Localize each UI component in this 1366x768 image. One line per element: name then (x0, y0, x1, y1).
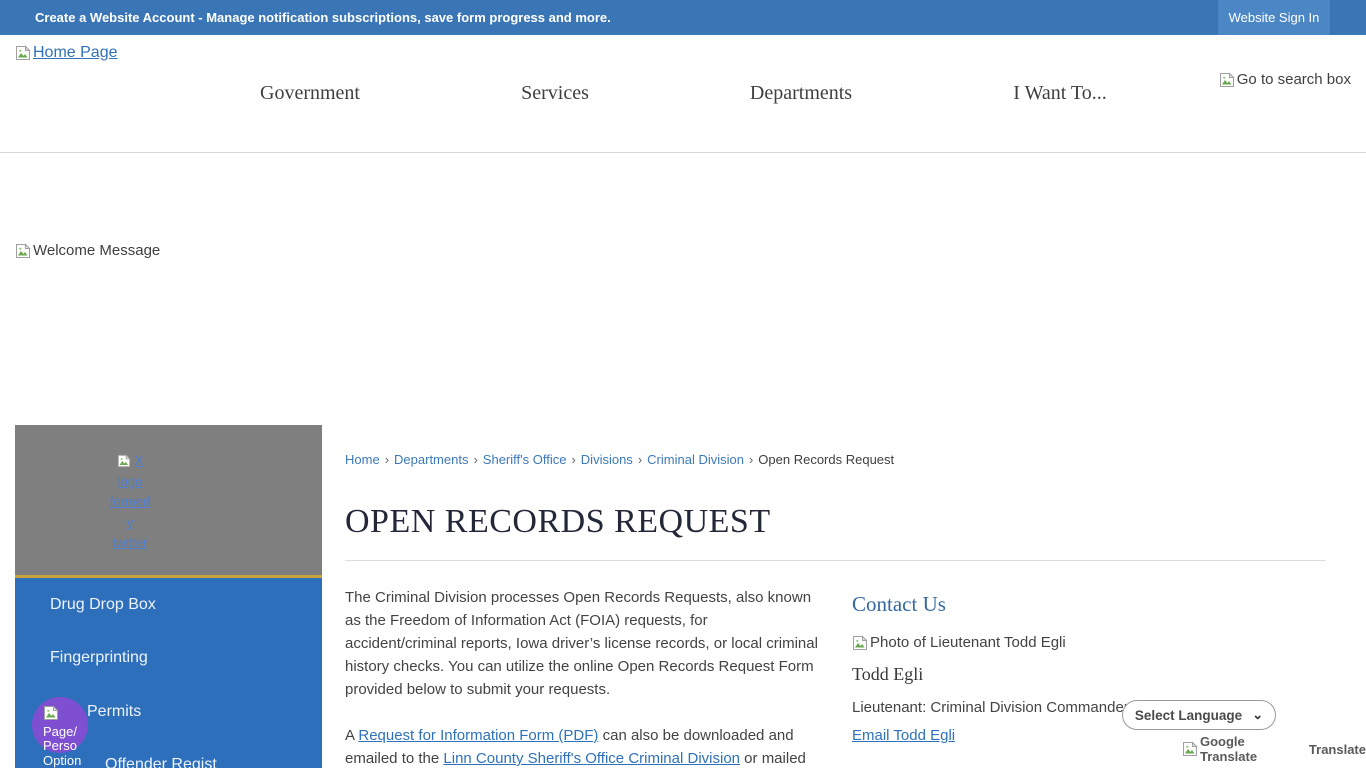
contact-photo-alt: Photo of Lieutenant Todd Egli (870, 634, 1066, 651)
breadcrumb-criminal-division[interactable]: Criminal Division (647, 452, 744, 467)
select-language-dropdown[interactable]: Select Language ⌄ (1122, 700, 1276, 730)
search-link-label: Go to search box (1236, 71, 1351, 88)
broken-image-icon (1182, 741, 1198, 757)
criminal-division-email-link[interactable]: Linn County Sheriff's Office Criminal Di… (443, 750, 740, 767)
broken-image-icon (15, 243, 31, 259)
page-root: Create a Website Account - Manage notifi… (0, 0, 1366, 768)
breadcrumb-separator: › (473, 452, 478, 467)
twitter-alt-text: X (134, 453, 144, 468)
page-options-button[interactable]: Page/ Perso Option (32, 697, 88, 767)
sidebar-item-drug-drop-box[interactable]: Drug Drop Box (15, 578, 322, 632)
broken-image-icon (43, 705, 59, 721)
twitter-x-link[interactable]: X logo formerl y twitter (75, 451, 185, 554)
website-sign-in-button[interactable]: Website Sign In (1218, 0, 1330, 35)
home-page-link[interactable]: Home Page (15, 44, 118, 62)
sidebar-item-fingerprinting[interactable]: Fingerprinting (15, 632, 322, 686)
twitter-alt-text: twitter (112, 535, 148, 550)
broken-image-icon (15, 45, 31, 61)
article-body: The Criminal Division processes Open Rec… (345, 586, 823, 768)
translate-button[interactable]: Translate (1309, 742, 1366, 757)
breadcrumb-current-page: Open Records Request (758, 452, 895, 467)
nav-departments[interactable]: Departments (750, 82, 852, 105)
contact-us-heading: Contact Us (852, 592, 946, 616)
paragraph-text: or mailed (740, 750, 806, 767)
broken-image-icon (117, 454, 131, 468)
breadcrumb-separator: › (384, 452, 390, 467)
site-header: Home Page Government Services Department… (0, 35, 1366, 153)
article-paragraph-2: A Request for Information Form (PDF) can… (345, 724, 823, 768)
page-options-alt-text: Page/ (43, 723, 77, 739)
breadcrumb-separator: › (748, 452, 754, 467)
google-translate-logo-alt: Google Translate (1200, 734, 1258, 764)
breadcrumb-separator: › (637, 452, 643, 467)
page-title: OPEN RECORDS REQUEST (345, 503, 771, 540)
page-options-content: Page/ Perso Option (43, 705, 89, 768)
breadcrumb-divisions[interactable]: Divisions (581, 452, 633, 467)
home-page-link-label: Home Page (33, 44, 118, 61)
breadcrumb-home[interactable]: Home (345, 452, 380, 467)
paragraph-text: A (345, 727, 359, 744)
top-utility-bar: Create a Website Account - Manage notifi… (0, 0, 1366, 35)
nav-services[interactable]: Services (521, 82, 589, 105)
title-divider (345, 560, 1326, 561)
twitter-alt-text: formerl (109, 494, 151, 509)
broken-image-icon (1219, 72, 1235, 88)
contact-photo-image: Photo of Lieutenant Todd Egli (852, 634, 1322, 651)
article-paragraph-1: The Criminal Division processes Open Rec… (345, 589, 818, 698)
nav-i-want-to[interactable]: I Want To... (1013, 82, 1106, 105)
nav-government[interactable]: Government (260, 82, 360, 105)
breadcrumb-separator: › (571, 452, 576, 467)
broken-image-icon (852, 635, 868, 651)
google-translate-attribution: Google Translate Translate (1182, 734, 1366, 764)
go-to-search-link[interactable]: Go to search box (1219, 71, 1351, 88)
email-contact-link[interactable]: Email Todd Egli (852, 727, 955, 744)
twitter-x-link-line1: X (75, 451, 185, 472)
page-options-alt-text: Option (43, 752, 82, 768)
chevron-down-icon: ⌄ (1252, 707, 1264, 722)
create-account-link[interactable]: Create a Website Account - Manage notifi… (35, 0, 611, 35)
breadcrumb-departments[interactable]: Departments (394, 452, 468, 467)
welcome-message-image: Welcome Message (15, 242, 160, 259)
breadcrumb-sheriffs-office[interactable]: Sheriff's Office (483, 452, 567, 467)
page-options-alt-text: Perso (43, 738, 77, 753)
twitter-alt-text: logo (117, 473, 143, 489)
contact-name: Todd Egli (852, 664, 924, 684)
breadcrumb: Home › Departments › Sheriff's Office › Divisi… (345, 452, 894, 467)
sidebar-social-box: X logo formerl y twitter (15, 425, 322, 578)
request-form-pdf-link[interactable]: Request for Information Form (PDF) (358, 727, 598, 744)
twitter-alt-text: y (126, 514, 134, 530)
select-language-label: Select Language (1134, 707, 1243, 723)
welcome-message-alt: Welcome Message (33, 242, 161, 259)
